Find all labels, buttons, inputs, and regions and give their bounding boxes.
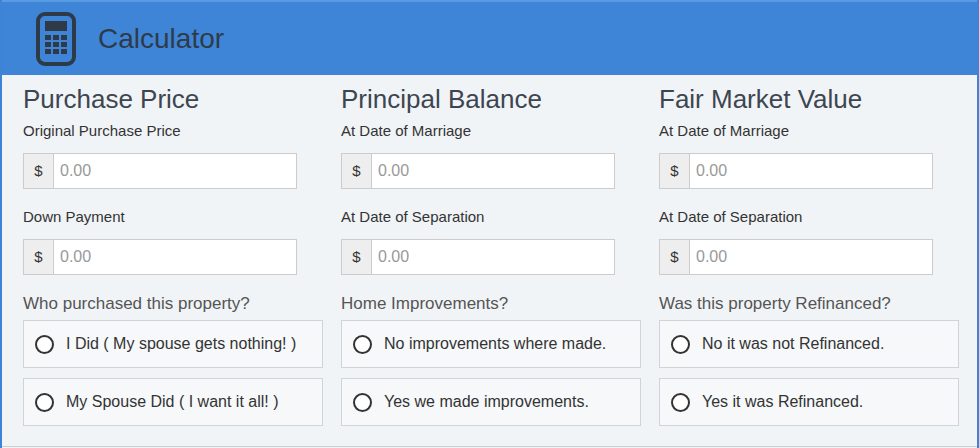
currency-field: $ bbox=[659, 153, 933, 189]
amount-input[interactable] bbox=[690, 154, 932, 188]
field-label: At Date of Separation bbox=[659, 207, 977, 227]
calculator-icon bbox=[36, 12, 76, 66]
column-title: Principal Balance bbox=[341, 83, 659, 115]
header-title: Calculator bbox=[98, 22, 224, 56]
question-label: Who purchased this property? bbox=[23, 293, 341, 315]
radio-option[interactable]: No it was not Refinanced. bbox=[659, 320, 959, 368]
radio-label: I Did ( My spouse gets nothing! ) bbox=[66, 334, 296, 354]
amount-input[interactable] bbox=[372, 240, 614, 274]
field-label: At Date of Marriage bbox=[659, 121, 977, 141]
currency-prefix: $ bbox=[660, 240, 690, 274]
radio-label: Yes we made improvements. bbox=[384, 392, 589, 412]
radio-option[interactable]: Yes we made improvements. bbox=[341, 378, 641, 426]
currency-prefix: $ bbox=[24, 240, 54, 274]
radio-label: No it was not Refinanced. bbox=[702, 334, 884, 354]
currency-field: $ bbox=[341, 153, 615, 189]
currency-field: $ bbox=[23, 239, 297, 275]
radio-button[interactable] bbox=[353, 335, 372, 354]
amount-input[interactable] bbox=[54, 240, 296, 274]
radio-button[interactable] bbox=[35, 335, 54, 354]
currency-prefix: $ bbox=[342, 240, 372, 274]
form-column: Fair Market Value At Date of Marriage $ At … bbox=[659, 83, 977, 446]
radio-option[interactable]: My Spouse Did ( I want it all! ) bbox=[23, 378, 323, 426]
field-label: At Date of Marriage bbox=[341, 121, 659, 141]
field-label: Original Purchase Price bbox=[23, 121, 341, 141]
radio-button[interactable] bbox=[671, 335, 690, 354]
amount-input[interactable] bbox=[372, 154, 614, 188]
question-label: Home Improvements? bbox=[341, 293, 659, 315]
field-label: At Date of Separation bbox=[341, 207, 659, 227]
column-title: Fair Market Value bbox=[659, 83, 977, 115]
column-title: Purchase Price bbox=[23, 83, 341, 115]
radio-label: Yes it was Refinanced. bbox=[702, 392, 863, 412]
radio-button[interactable] bbox=[353, 393, 372, 412]
amount-input[interactable] bbox=[54, 154, 296, 188]
amount-input[interactable] bbox=[690, 240, 932, 274]
currency-field: $ bbox=[659, 239, 933, 275]
radio-label: No improvements where made. bbox=[384, 334, 606, 354]
form-column: Principal Balance At Date of Marriage $ At … bbox=[341, 83, 659, 446]
form-column: Purchase Price Original Purchase Price $ Do… bbox=[23, 83, 341, 446]
calculator-panel: Calculator Purchase Price Original Purcha… bbox=[0, 0, 979, 448]
radio-button[interactable] bbox=[35, 393, 54, 412]
radio-label: My Spouse Did ( I want it all! ) bbox=[66, 392, 279, 412]
currency-prefix: $ bbox=[660, 154, 690, 188]
currency-field: $ bbox=[341, 239, 615, 275]
header-bar: Calculator bbox=[2, 0, 977, 75]
currency-field: $ bbox=[23, 153, 297, 189]
radio-option[interactable]: No improvements where made. bbox=[341, 320, 641, 368]
currency-prefix: $ bbox=[342, 154, 372, 188]
question-label: Was this property Refinanced? bbox=[659, 293, 977, 315]
field-label: Down Payment bbox=[23, 207, 341, 227]
currency-prefix: $ bbox=[24, 154, 54, 188]
radio-button[interactable] bbox=[671, 393, 690, 412]
calculator-form: Purchase PriceOriginal Purchase Price$Do… bbox=[2, 75, 977, 447]
radio-option[interactable]: I Did ( My spouse gets nothing! ) bbox=[23, 320, 323, 368]
radio-option[interactable]: Yes it was Refinanced. bbox=[659, 378, 959, 426]
